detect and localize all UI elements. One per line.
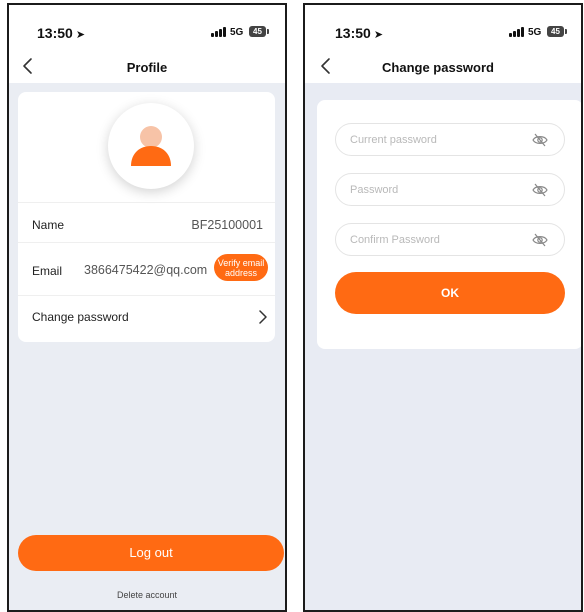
status-time: 13:50 ➤ [37, 25, 85, 41]
page-title: Change password [382, 60, 494, 75]
change-password-row[interactable]: Change password [18, 296, 275, 340]
network-type: 5G [230, 27, 244, 38]
signal-icon [509, 27, 524, 37]
avatar[interactable] [108, 103, 194, 189]
divider [18, 202, 275, 203]
status-time: 13:50 ➤ [335, 25, 383, 41]
confirm-password-placeholder: Confirm Password [350, 234, 440, 246]
battery-icon: 45 [547, 26, 567, 37]
change-password-screen: 13:50 ➤ 5G 45 Change password Current pas… [303, 3, 583, 612]
signal-icon [211, 27, 226, 37]
email-label: Email [32, 264, 63, 278]
password-placeholder: Password [350, 184, 399, 196]
battery-icon: 45 [249, 26, 269, 37]
password-field[interactable]: Password [335, 173, 565, 206]
eye-off-icon[interactable] [532, 183, 548, 197]
location-arrow-icon: ➤ [75, 29, 86, 41]
name-label: Name [32, 218, 65, 232]
profile-card: Name BF25100001 Email 3866475422@qq.com … [18, 92, 275, 342]
delete-account-link[interactable]: Delete account [9, 590, 285, 600]
logout-button[interactable]: Log out [18, 535, 284, 571]
profile-screen: 13:50 ➤ 5G 45 Profile Name BF25100001 Ema… [7, 3, 287, 612]
current-password-placeholder: Current password [350, 134, 437, 146]
name-value: BF25100001 [191, 218, 263, 232]
chevron-right-icon [259, 310, 267, 324]
location-arrow-icon: ➤ [373, 29, 384, 41]
eye-off-icon[interactable] [532, 233, 548, 247]
page-title: Profile [126, 60, 168, 75]
verify-email-button[interactable]: Verify email address [214, 254, 268, 281]
network-type: 5G [528, 27, 542, 38]
status-time-text: 13:50 [335, 25, 371, 41]
change-password-card: Current password Password Confirm Passwo… [317, 100, 581, 349]
status-time-text: 13:50 [37, 25, 73, 41]
eye-off-icon[interactable] [532, 133, 548, 147]
confirm-password-field[interactable]: Confirm Password [335, 223, 565, 256]
divider [18, 242, 275, 243]
current-password-field[interactable]: Current password [335, 123, 565, 156]
ok-button[interactable]: OK [335, 272, 565, 314]
email-value: 3866475422@qq.com [84, 263, 208, 277]
user-avatar-icon [131, 126, 171, 166]
nav-bar: Profile [9, 53, 285, 83]
change-password-label: Change password [32, 310, 129, 324]
nav-bar: Change password [305, 53, 581, 83]
